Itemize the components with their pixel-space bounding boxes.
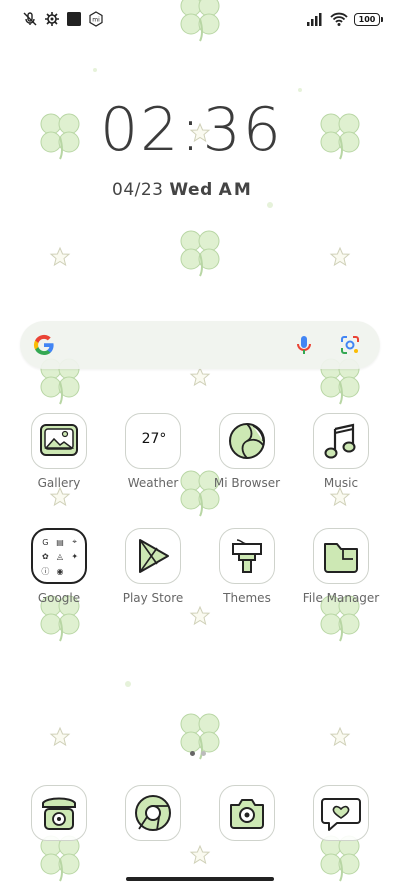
- maps-mini-icon: ⌖: [72, 537, 77, 547]
- folder-google[interactable]: G ▤ ⌖ ✿ ◬ ✦ ⓘ ◉ Google: [11, 528, 107, 605]
- app-label: Themes: [223, 591, 271, 605]
- app-label: Google: [37, 591, 81, 605]
- weather-temp: 27°: [141, 431, 167, 447]
- status-bar: mi 100: [0, 0, 400, 38]
- app-music[interactable]: Music: [293, 413, 389, 490]
- dot-mini-icon: ◉: [56, 567, 64, 577]
- app-themes[interactable]: Themes: [199, 528, 295, 605]
- page-dot-active: [190, 751, 195, 756]
- messages-tile: [313, 785, 369, 841]
- folder-tile: G ▤ ⌖ ✿ ◬ ✦ ⓘ ◉: [31, 528, 87, 584]
- app-mi-browser[interactable]: Mi Browser: [199, 413, 295, 490]
- app-label: Play Store: [122, 591, 184, 605]
- app-label: Mi Browser: [213, 476, 281, 490]
- google-search-bar[interactable]: [20, 321, 380, 369]
- drive-mini-icon: ◬: [56, 552, 64, 562]
- play-store-icon: [139, 539, 169, 573]
- phone-icon: [42, 797, 76, 830]
- app-gallery[interactable]: Gallery: [11, 413, 107, 490]
- app-label: Gallery: [37, 476, 81, 490]
- file-manager-tile: [313, 528, 369, 584]
- assistant-mini-icon: ✦: [71, 552, 79, 562]
- clock-date: 04/23 Wed AM: [112, 180, 253, 200]
- themes-icon: [232, 539, 262, 573]
- chrome-tile: [125, 785, 181, 841]
- app-label: Weather: [127, 476, 179, 490]
- app-label: File Manager: [302, 591, 380, 605]
- empty-mini-slot: [68, 565, 81, 578]
- clock-widget[interactable]: 02:36: [100, 95, 283, 165]
- music-tile: [313, 413, 369, 469]
- clock-time: 02:36: [100, 95, 283, 165]
- dock-phone[interactable]: [11, 785, 107, 841]
- square-icon: [67, 12, 81, 26]
- browser-icon: [229, 423, 265, 459]
- dock-chrome[interactable]: [105, 785, 201, 841]
- folder-icon: G ▤ ⌖ ✿ ◬ ✦ ⓘ ◉: [39, 536, 81, 578]
- info-mini-icon: ⓘ: [41, 567, 50, 577]
- camera-tile: [219, 785, 275, 841]
- phone-tile: [31, 785, 87, 841]
- themes-tile: [219, 528, 275, 584]
- svg-text:mi: mi: [92, 17, 100, 24]
- mic-icon[interactable]: [292, 333, 316, 357]
- gear-icon: [45, 12, 59, 26]
- app-label: Music: [323, 476, 359, 490]
- date-text: 04/23: [112, 180, 164, 200]
- weekday-text: Wed: [169, 180, 213, 200]
- dock-camera[interactable]: [199, 785, 295, 841]
- google-mini-icon: G: [42, 537, 49, 547]
- ampm-text: AM: [218, 180, 253, 200]
- page-dot: [201, 751, 206, 756]
- dock-messages[interactable]: [293, 785, 389, 841]
- messages-icon: [321, 798, 361, 831]
- music-icon: [324, 423, 356, 459]
- wifi-icon: [330, 12, 348, 26]
- app-file-manager[interactable]: File Manager: [293, 528, 389, 605]
- home-indicator[interactable]: [126, 877, 274, 881]
- camera-icon: [230, 799, 264, 829]
- app-play-store[interactable]: Play Store: [105, 528, 201, 605]
- photos-mini-icon: ✿: [41, 552, 49, 562]
- signal-icon: [307, 13, 322, 26]
- chrome-icon: [135, 795, 171, 831]
- browser-tile: [219, 413, 275, 469]
- calendar-mini-icon: ▤: [56, 537, 64, 547]
- weather-tile: 27°: [125, 413, 181, 469]
- mi-icon: mi: [89, 11, 103, 27]
- battery-indicator: 100: [354, 12, 383, 26]
- gallery-tile: [31, 413, 87, 469]
- gallery-icon: [40, 424, 78, 456]
- page-indicator[interactable]: [190, 751, 206, 756]
- google-g-icon: [33, 334, 54, 356]
- app-weather[interactable]: 27° Weather: [105, 413, 201, 490]
- mic-off-icon: [23, 12, 37, 26]
- lens-icon[interactable]: [338, 333, 362, 357]
- play-store-tile: [125, 528, 181, 584]
- file-manager-icon: [324, 543, 358, 573]
